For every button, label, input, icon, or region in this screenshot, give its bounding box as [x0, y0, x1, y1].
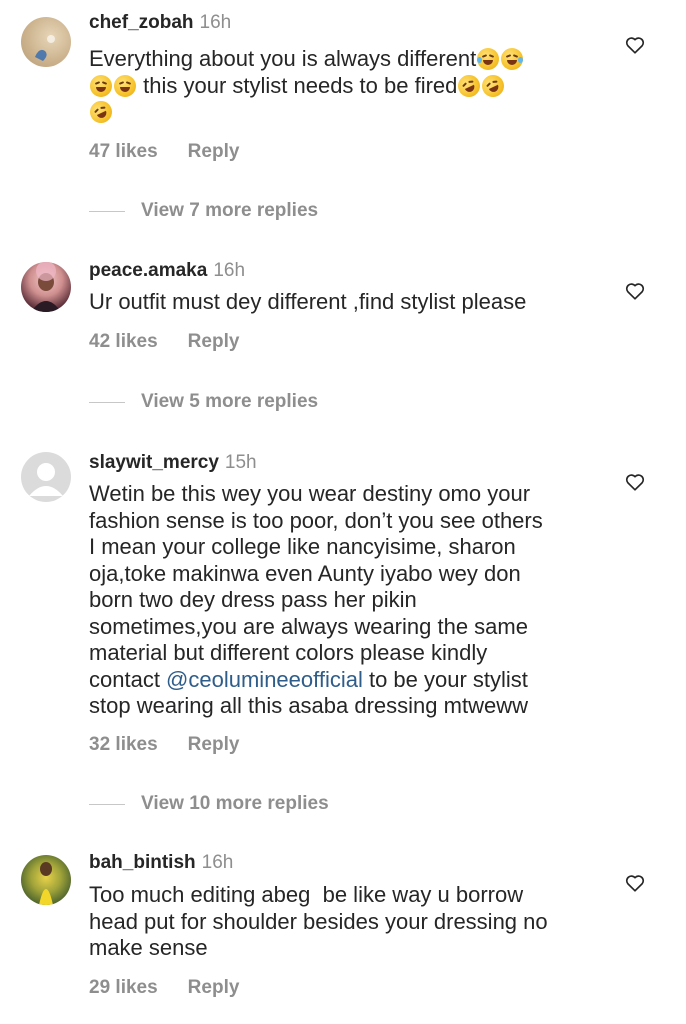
view-replies-label: View 7 more replies	[141, 200, 319, 221]
default-avatar-icon	[29, 463, 63, 496]
comment-text-line: Too much editing abeg be like way u borr…	[89, 882, 524, 907]
comment-actions: 29 likes Reply	[89, 977, 239, 999]
divider	[89, 210, 125, 212]
comment-text-part: contact	[89, 666, 167, 692]
likes-count[interactable]: 32 likes	[89, 734, 158, 755]
comment-text-line: fashion sense is too poor, don’t you see…	[89, 507, 543, 533]
comment-header: bah_bintish 16h	[89, 851, 233, 875]
comment-text-part: Everything about you is always different	[89, 46, 477, 71]
likes-count[interactable]: 29 likes	[89, 977, 158, 998]
heart-icon[interactable]	[624, 471, 646, 493]
username[interactable]: bah_bintish	[89, 852, 196, 873]
face-with-tears-of-joy-emoji-icon	[501, 48, 524, 70]
reply-button[interactable]: Reply	[188, 331, 240, 352]
comment-text: Wetin be this wey you wear destiny omo y…	[89, 481, 609, 720]
comment-text-line: oja,toke makinwa even Aunty iyabo wey do…	[89, 560, 521, 586]
comment-text-line: make sense	[89, 935, 208, 960]
view-replies-label: View 10 more replies	[141, 793, 329, 814]
heart-icon[interactable]	[624, 872, 646, 894]
view-more-replies-button[interactable]: View 5 more replies	[89, 390, 318, 414]
username[interactable]: peace.amaka	[89, 260, 207, 281]
face-with-tears-of-joy-emoji-icon	[114, 74, 136, 97]
username[interactable]: slaywit_mercy	[89, 452, 219, 473]
likes-count[interactable]: 47 likes	[89, 141, 158, 162]
view-more-replies-button[interactable]: View 10 more replies	[89, 792, 329, 816]
comment-text: Too much editing abeg be like way u borr…	[89, 882, 609, 962]
timestamp: 15h	[224, 452, 257, 473]
avatar[interactable]	[21, 17, 71, 67]
reply-button[interactable]: Reply	[188, 141, 240, 162]
comment-text-line: stop wearing all this asaba dressing mtw…	[89, 693, 528, 718]
avatar-image-icon	[31, 262, 61, 312]
timestamp: 16h	[213, 260, 246, 281]
avatar-image-icon	[39, 862, 53, 905]
avatar-image-icon	[35, 35, 55, 61]
comment-text-line: I mean your college like nancyisime, sha…	[89, 534, 516, 559]
heart-icon[interactable]	[624, 34, 646, 56]
comment-text-part: to be your stylist	[362, 666, 528, 692]
rolling-on-floor-laughing-emoji-icon	[86, 97, 116, 127]
rolling-on-floor-laughing-emoji-icon	[478, 70, 509, 101]
comment-text: Ur outfit must dey different ,find styli…	[89, 289, 527, 314]
comment-actions: 42 likes Reply	[89, 331, 239, 353]
avatar[interactable]	[21, 262, 71, 312]
comment-actions: 47 likes Reply	[89, 141, 239, 163]
comment-text-part: this your stylist needs to be fired	[143, 72, 458, 98]
timestamp: 16h	[199, 12, 232, 33]
comment-header: chef_zobah 16h	[89, 11, 231, 35]
reply-button[interactable]: Reply	[188, 977, 240, 998]
divider	[89, 401, 125, 403]
avatar[interactable]	[21, 452, 71, 502]
face-with-tears-of-joy-emoji-icon	[477, 48, 500, 70]
comment-text-line: born two dey dress pass her pikin	[89, 587, 417, 612]
rolling-on-floor-laughing-emoji-icon	[454, 70, 485, 101]
reply-button[interactable]: Reply	[188, 734, 240, 755]
avatar[interactable]	[21, 855, 71, 905]
divider	[89, 803, 125, 805]
likes-count[interactable]: 42 likes	[89, 331, 158, 352]
username[interactable]: chef_zobah	[89, 12, 194, 33]
comment-text-line: sometimes,you are always wearing the sam…	[89, 613, 528, 639]
mention-link[interactable]: @ceolumineeofficial	[166, 667, 363, 692]
comment-text-line: Wetin be this wey you wear destiny omo y…	[89, 481, 531, 506]
comment-header: peace.amaka 16h	[89, 259, 245, 283]
comment-header: slaywit_mercy 15h	[89, 451, 257, 475]
comment-text: Everything about you is always different…	[86, 46, 609, 127]
view-replies-label: View 5 more replies	[141, 391, 319, 412]
view-more-replies-button[interactable]: View 7 more replies	[89, 199, 318, 223]
face-with-tears-of-joy-emoji-icon	[90, 74, 112, 97]
heart-icon[interactable]	[624, 280, 646, 302]
comment-actions: 32 likes Reply	[89, 734, 239, 756]
timestamp: 16h	[201, 852, 234, 873]
comment-text-line: material but different colors please kin…	[89, 640, 488, 665]
comment-text-line: head put for shoulder besides your dress…	[89, 908, 548, 934]
